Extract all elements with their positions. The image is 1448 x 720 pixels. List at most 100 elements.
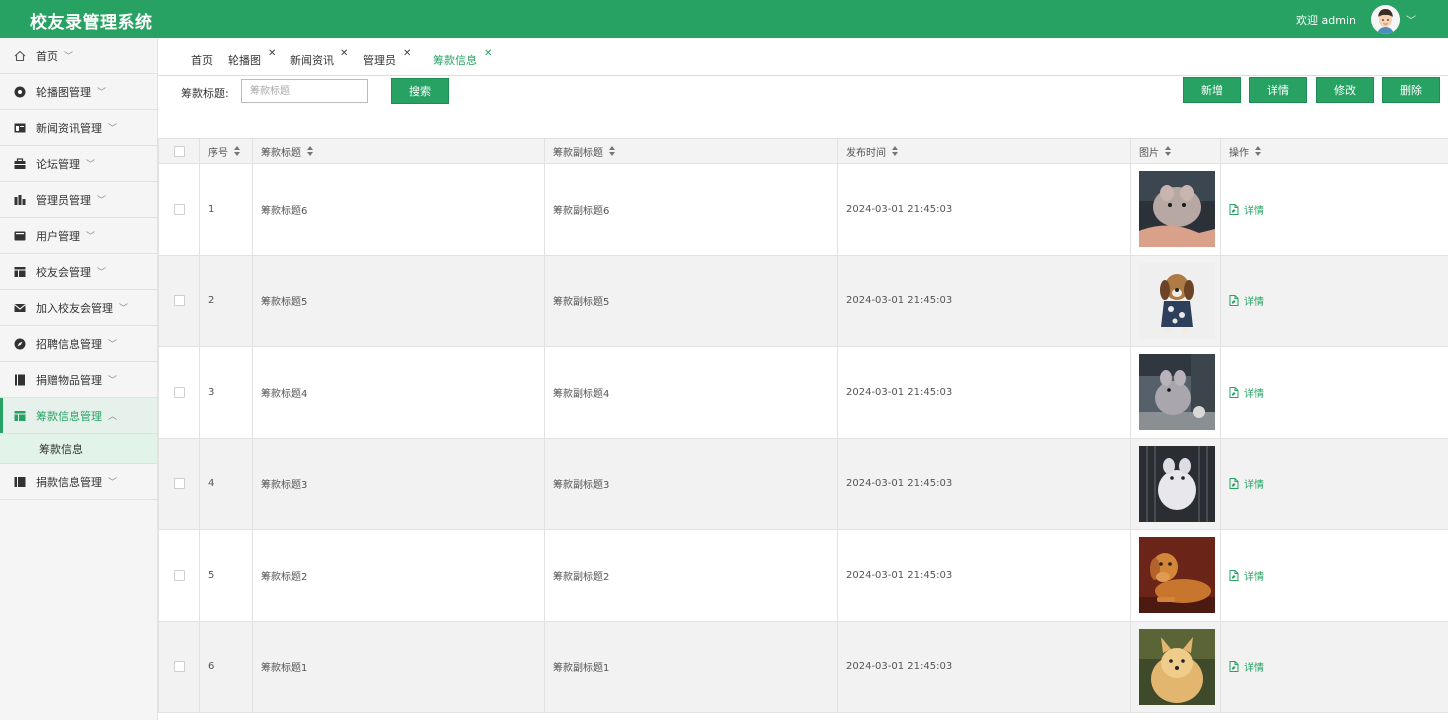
row-detail-label: 详情 [1244, 571, 1264, 583]
row-detail-link[interactable]: 详情 [1229, 385, 1264, 400]
sidebar-item-forum[interactable]: 论坛管理 ﹀ [0, 146, 157, 182]
sidebar-item-donations[interactable]: 捐款信息管理 ﹀ [0, 464, 157, 500]
golden-retriever-photo[interactable] [1139, 537, 1215, 614]
tab-label: 筹款信息 [433, 54, 477, 67]
sidebar-item-home[interactable]: 首页 ﹀ [0, 38, 157, 74]
cell-title: 筹款标题4 [253, 347, 545, 438]
detail-button[interactable]: 详情 [1249, 77, 1307, 103]
fluffy-spitz-photo[interactable] [1139, 628, 1215, 705]
cell-image [1131, 164, 1221, 255]
sort-icon[interactable] [1165, 146, 1171, 156]
cell-image [1131, 347, 1221, 438]
sort-icon[interactable] [234, 146, 240, 156]
column-header-label: 序号 [208, 147, 228, 159]
cell-action: 详情 [1221, 347, 1448, 438]
column-header-time[interactable]: 发布时间 [838, 139, 1131, 163]
cell-time: 2024-03-01 21:45:03 [838, 438, 1131, 529]
row-checkbox[interactable] [173, 478, 185, 490]
row-checkbox[interactable] [173, 295, 185, 307]
sidebar-item-admin[interactable]: 管理员管理 ﹀ [0, 182, 157, 218]
add-button[interactable]: 新增 [1183, 77, 1241, 103]
column-header-title[interactable]: 筹款标题 [253, 139, 545, 163]
row-detail-link[interactable]: 详情 [1229, 659, 1264, 674]
sidebar-item-fundraising[interactable]: 筹款信息管理 ︿ [0, 398, 157, 434]
row-detail-link[interactable]: 详情 [1229, 202, 1264, 217]
row-checkbox[interactable] [173, 203, 185, 215]
cell-time: 2024-03-01 21:45:03 [838, 255, 1131, 346]
chevron-down-icon[interactable]: ﹀ [1406, 12, 1416, 27]
sort-icon[interactable] [1255, 146, 1261, 156]
column-header-no[interactable]: 序号 [200, 139, 253, 163]
chevron-down-icon: ﹀ [86, 160, 96, 170]
sidebar-item-label: 筹款信息管理 [36, 409, 102, 423]
tab-news[interactable]: 新闻资讯 ✕ [290, 48, 348, 68]
sidebar-item-label: 轮播图管理 [36, 85, 91, 99]
chevron-down-icon: ﹀ [108, 124, 118, 134]
search-input[interactable] [241, 79, 368, 103]
close-icon[interactable]: ✕ [484, 48, 492, 59]
sidebar-item-label: 校友会管理 [36, 265, 91, 279]
sidebar-item-recruitment[interactable]: 招聘信息管理 ﹀ [0, 326, 157, 362]
sidebar-item-label: 用户管理 [36, 229, 80, 243]
sidebar-item-donated-goods[interactable]: 捐赠物品管理 ﹀ [0, 362, 157, 398]
sort-icon[interactable] [892, 146, 898, 156]
column-header-action[interactable]: 操作 [1221, 139, 1448, 163]
cell-action: 详情 [1221, 622, 1448, 713]
grey-chinchilla-photo[interactable] [1139, 354, 1215, 431]
tab-home[interactable]: 首页 [191, 52, 213, 68]
table-row[interactable]: 4 筹款标题3 筹款副标题3 2024-03-01 21:45:03 详情 [158, 438, 1448, 530]
avatar[interactable] [1371, 5, 1400, 34]
sidebar: 首页 ﹀ 轮播图管理 ﹀ 新闻资讯管理 ﹀ 论坛管理 ﹀ 管理员管理 ﹀ 用户管… [0, 38, 158, 720]
cell-no: 4 [200, 438, 253, 529]
row-checkbox[interactable] [173, 661, 185, 673]
chinchilla-in-hand-photo[interactable] [1139, 171, 1215, 248]
sidebar-item-label: 招聘信息管理 [36, 337, 102, 351]
search-button[interactable]: 搜索 [391, 78, 449, 104]
compass-icon [14, 338, 26, 350]
column-header-label: 筹款副标题 [553, 147, 603, 159]
column-header-label: 操作 [1229, 147, 1249, 159]
column-header-image[interactable]: 图片 [1131, 139, 1221, 163]
sidebar-item-join-alumni[interactable]: 加入校友会管理 ﹀ [0, 290, 157, 326]
row-detail-label: 详情 [1244, 663, 1264, 675]
edit-button[interactable]: 修改 [1316, 77, 1374, 103]
delete-button[interactable]: 删除 [1382, 77, 1440, 103]
sidebar-item-news[interactable]: 新闻资讯管理 ﹀ [0, 110, 157, 146]
table-row[interactable]: 2 筹款标题5 筹款副标题5 2024-03-01 21:45:03 详情 [158, 255, 1448, 347]
table-row[interactable]: 3 筹款标题4 筹款副标题4 2024-03-01 21:45:03 详情 [158, 347, 1448, 439]
cell-no: 2 [200, 255, 253, 346]
cell-subtitle: 筹款副标题3 [545, 438, 838, 529]
cell-action: 详情 [1221, 164, 1448, 255]
table-row[interactable]: 6 筹款标题1 筹款副标题1 2024-03-01 21:45:03 详情 [158, 621, 1448, 713]
white-chinchilla-photo[interactable] [1139, 445, 1215, 522]
sidebar-item-label: 论坛管理 [36, 157, 80, 171]
close-icon[interactable]: ✕ [403, 48, 411, 59]
close-icon[interactable]: ✕ [268, 48, 276, 59]
mail-icon [14, 302, 26, 314]
sidebar-item-carousel[interactable]: 轮播图管理 ﹀ [0, 74, 157, 110]
row-detail-link[interactable]: 详情 [1229, 568, 1264, 583]
sort-icon[interactable] [609, 146, 615, 156]
row-detail-link[interactable]: 详情 [1229, 476, 1264, 491]
sidebar-item-users[interactable]: 用户管理 ﹀ [0, 218, 157, 254]
tab-carousel[interactable]: 轮播图 ✕ [228, 48, 276, 68]
row-checkbox[interactable] [173, 569, 185, 581]
document-icon [1229, 569, 1239, 581]
row-checkbox[interactable] [173, 386, 185, 398]
select-all-checkbox[interactable] [173, 145, 185, 157]
cell-no: 5 [200, 530, 253, 621]
column-header-subtitle[interactable]: 筹款副标题 [545, 139, 838, 163]
table-row[interactable]: 5 筹款标题2 筹款副标题2 2024-03-01 21:45:03 详情 [158, 530, 1448, 622]
table-row[interactable]: 1 筹款标题6 筹款副标题6 2024-03-01 21:45:03 详情 [158, 164, 1448, 256]
beagle-in-jacket-photo[interactable] [1139, 262, 1215, 339]
row-checkbox-cell [158, 164, 200, 255]
close-icon[interactable]: ✕ [340, 48, 348, 59]
tab-fundraising-info[interactable]: 筹款信息 ✕ [433, 48, 492, 68]
sidebar-item-alumni[interactable]: 校友会管理 ﹀ [0, 254, 157, 290]
sort-icon[interactable] [307, 146, 313, 156]
tab-admin[interactable]: 管理员 ✕ [363, 48, 411, 68]
table-icon [14, 410, 26, 422]
row-detail-link[interactable]: 详情 [1229, 293, 1264, 308]
cell-action: 详情 [1221, 256, 1448, 347]
sidebar-subitem-fundraising-info[interactable]: 筹款信息 [0, 434, 157, 464]
